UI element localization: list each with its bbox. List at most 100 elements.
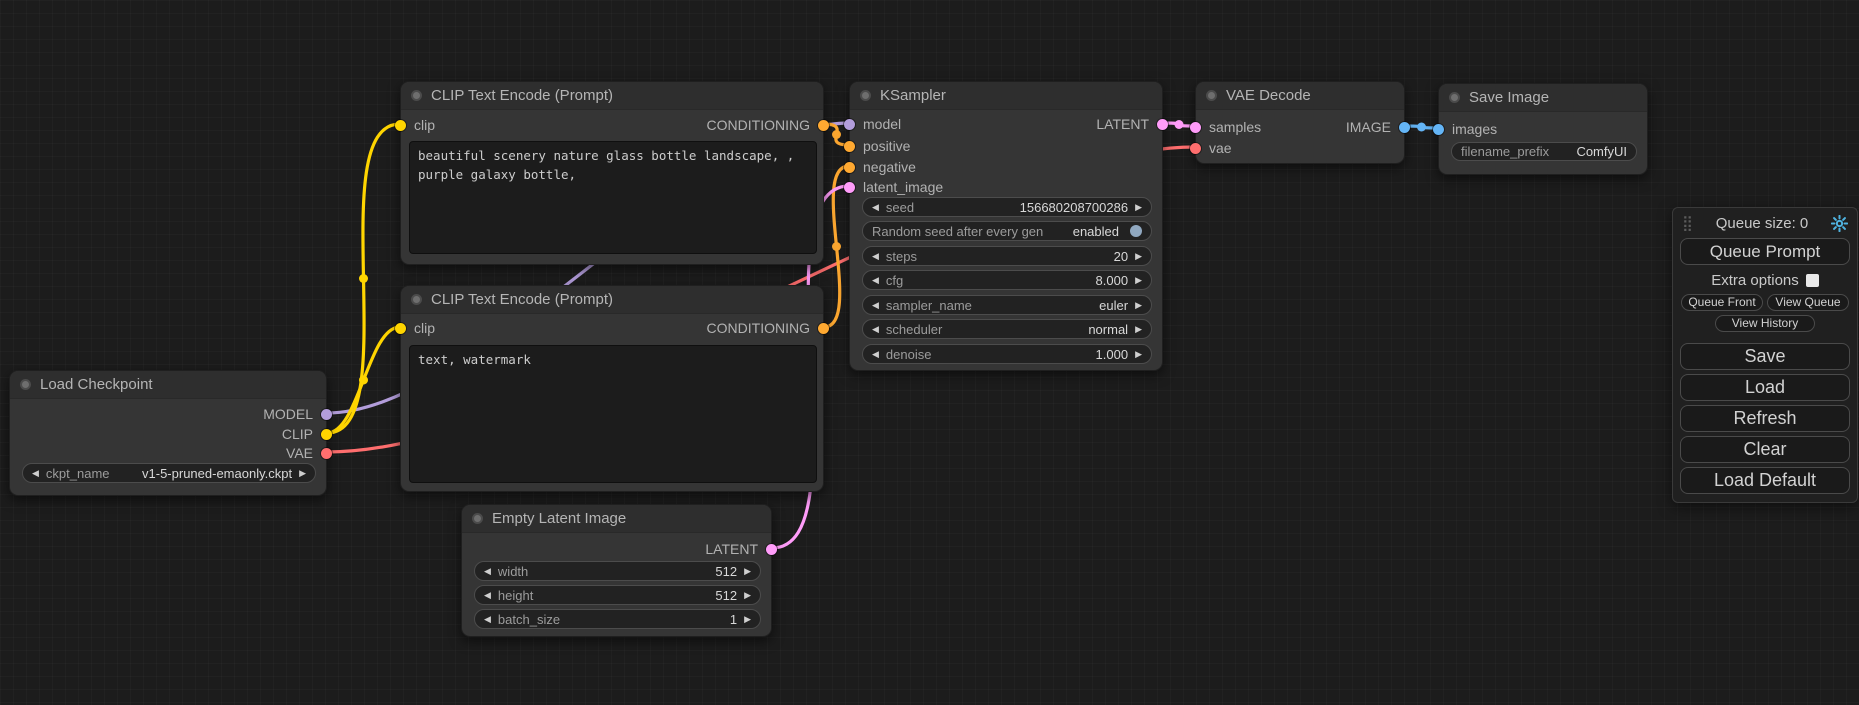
decrement-arrow-icon[interactable]: ◀ <box>872 350 879 359</box>
input-slot-positive[interactable]: positive <box>844 138 910 154</box>
samples-input-dot[interactable] <box>1190 122 1201 133</box>
collapse-dot-icon[interactable] <box>411 90 422 101</box>
extra-options-checkbox[interactable] <box>1806 274 1819 287</box>
decrement-arrow-icon[interactable]: ◀ <box>484 567 491 576</box>
output-slot-vae[interactable]: VAE <box>286 445 332 461</box>
steps-widget[interactable]: ◀ steps 20 ▶ <box>862 246 1152 266</box>
collapse-dot-icon[interactable] <box>472 513 483 524</box>
images-input-dot[interactable] <box>1433 124 1444 135</box>
latent-output-dot[interactable] <box>766 544 777 555</box>
random-seed-toggle-widget[interactable]: Random seed after every gen enabled <box>862 221 1152 241</box>
positive-prompt-textarea[interactable]: beautiful scenery nature glass bottle la… <box>409 141 817 254</box>
toggle-dot[interactable] <box>1130 225 1142 237</box>
decrement-arrow-icon[interactable]: ◀ <box>872 276 879 285</box>
node-titlebar[interactable]: Empty Latent Image <box>462 505 771 533</box>
ckpt-name-widget[interactable]: ◀ ckpt_name v1-5-pruned-emaonly.ckpt ▶ <box>22 463 316 483</box>
node-save-image[interactable]: Save Image images filename_prefix ComfyU… <box>1438 83 1648 175</box>
negative-input-dot[interactable] <box>844 162 855 173</box>
filename-prefix-widget[interactable]: filename_prefix ComfyUI <box>1451 142 1637 161</box>
collapse-dot-icon[interactable] <box>411 294 422 305</box>
decrement-arrow-icon[interactable]: ◀ <box>872 252 879 261</box>
sampler-name-widget[interactable]: ◀ sampler_name euler ▶ <box>862 295 1152 315</box>
node-titlebar[interactable]: CLIP Text Encode (Prompt) <box>401 286 823 314</box>
latent-output-dot[interactable] <box>1157 119 1168 130</box>
clip-input-dot[interactable] <box>395 120 406 131</box>
batch-size-widget[interactable]: ◀ batch_size 1 ▶ <box>474 609 761 629</box>
collapse-dot-icon[interactable] <box>20 379 31 390</box>
output-slot-image[interactable]: IMAGE <box>1346 119 1410 135</box>
clear-button[interactable]: Clear <box>1680 436 1850 463</box>
node-vae-decode[interactable]: VAE Decode samples IMAGE vae <box>1195 81 1405 164</box>
vae-input-dot[interactable] <box>1190 143 1201 154</box>
increment-arrow-icon[interactable]: ▶ <box>1135 276 1142 285</box>
input-slot-model[interactable]: model <box>844 116 901 132</box>
node-titlebar[interactable]: KSampler <box>850 82 1162 110</box>
increment-arrow-icon[interactable]: ▶ <box>744 615 751 624</box>
clip-input-dot[interactable] <box>395 323 406 334</box>
load-default-button[interactable]: Load Default <box>1680 467 1850 494</box>
decrement-arrow-icon[interactable]: ◀ <box>872 301 879 310</box>
height-widget[interactable]: ◀ height 512 ▶ <box>474 585 761 605</box>
increment-arrow-icon[interactable]: ▶ <box>1135 252 1142 261</box>
model-input-dot[interactable] <box>844 119 855 130</box>
decrement-arrow-icon[interactable]: ◀ <box>872 325 879 334</box>
node-ksampler[interactable]: KSampler model LATENT positive negative … <box>849 81 1163 371</box>
clip-output-dot[interactable] <box>321 429 332 440</box>
input-slot-clip[interactable]: clip <box>395 320 435 336</box>
queue-prompt-button[interactable]: Queue Prompt <box>1680 238 1850 265</box>
increment-arrow-icon[interactable]: ▶ <box>744 591 751 600</box>
node-titlebar[interactable]: Load Checkpoint <box>10 371 326 399</box>
node-clip-text-encode-negative[interactable]: CLIP Text Encode (Prompt) clip CONDITION… <box>400 285 824 492</box>
decrement-arrow-icon[interactable]: ◀ <box>484 615 491 624</box>
cfg-widget[interactable]: ◀ cfg 8.000 ▶ <box>862 270 1152 290</box>
refresh-button[interactable]: Refresh <box>1680 405 1850 432</box>
increment-arrow-icon[interactable]: ▶ <box>1135 203 1142 212</box>
conditioning-output-dot[interactable] <box>818 120 829 131</box>
latent-image-input-dot[interactable] <box>844 182 855 193</box>
vae-output-dot[interactable] <box>321 448 332 459</box>
node-load-checkpoint[interactable]: Load Checkpoint MODEL CLIP VAE ◀ ckpt_na… <box>9 370 327 496</box>
increment-arrow-icon[interactable]: ▶ <box>744 567 751 576</box>
save-button[interactable]: Save <box>1680 343 1850 370</box>
input-slot-vae[interactable]: vae <box>1190 140 1232 156</box>
node-titlebar[interactable]: CLIP Text Encode (Prompt) <box>401 82 823 110</box>
collapse-dot-icon[interactable] <box>1206 90 1217 101</box>
collapse-dot-icon[interactable] <box>1449 92 1460 103</box>
load-button[interactable]: Load <box>1680 374 1850 401</box>
node-empty-latent-image[interactable]: Empty Latent Image LATENT ◀ width 512 ▶ … <box>461 504 772 637</box>
node-titlebar[interactable]: VAE Decode <box>1196 82 1404 110</box>
settings-gear-icon[interactable] <box>1831 215 1848 232</box>
view-queue-button[interactable]: View Queue <box>1767 294 1849 311</box>
increment-arrow-icon[interactable]: ▶ <box>1135 350 1142 359</box>
output-slot-latent[interactable]: LATENT <box>1096 116 1168 132</box>
increment-arrow-icon[interactable]: ▶ <box>1135 325 1142 334</box>
input-slot-clip[interactable]: clip <box>395 117 435 133</box>
node-clip-text-encode-positive[interactable]: CLIP Text Encode (Prompt) clip CONDITION… <box>400 81 824 265</box>
decrement-arrow-icon[interactable]: ◀ <box>484 591 491 600</box>
input-slot-latent-image[interactable]: latent_image <box>844 179 943 195</box>
queue-front-button[interactable]: Queue Front <box>1681 294 1763 311</box>
input-slot-negative[interactable]: negative <box>844 159 916 175</box>
increment-arrow-icon[interactable]: ▶ <box>299 469 306 478</box>
seed-widget[interactable]: ◀ seed 156680208700286 ▶ <box>862 197 1152 217</box>
increment-arrow-icon[interactable]: ▶ <box>1135 301 1142 310</box>
output-slot-latent[interactable]: LATENT <box>705 541 777 557</box>
model-output-dot[interactable] <box>321 409 332 420</box>
view-history-button[interactable]: View History <box>1715 315 1815 332</box>
conditioning-output-dot[interactable] <box>818 323 829 334</box>
collapse-dot-icon[interactable] <box>860 90 871 101</box>
output-slot-conditioning[interactable]: CONDITIONING <box>707 117 829 133</box>
scheduler-widget[interactable]: ◀ scheduler normal ▶ <box>862 319 1152 339</box>
image-output-dot[interactable] <box>1399 122 1410 133</box>
denoise-widget[interactable]: ◀ denoise 1.000 ▶ <box>862 344 1152 364</box>
decrement-arrow-icon[interactable]: ◀ <box>872 203 879 212</box>
output-slot-conditioning[interactable]: CONDITIONING <box>707 320 829 336</box>
width-widget[interactable]: ◀ width 512 ▶ <box>474 561 761 581</box>
input-slot-samples[interactable]: samples <box>1190 119 1261 135</box>
positive-input-dot[interactable] <box>844 141 855 152</box>
input-slot-images[interactable]: images <box>1433 121 1497 137</box>
output-slot-clip[interactable]: CLIP <box>282 426 332 442</box>
decrement-arrow-icon[interactable]: ◀ <box>32 469 39 478</box>
output-slot-model[interactable]: MODEL <box>263 406 332 422</box>
drag-handle-icon[interactable]: ⣿ <box>1682 214 1693 232</box>
